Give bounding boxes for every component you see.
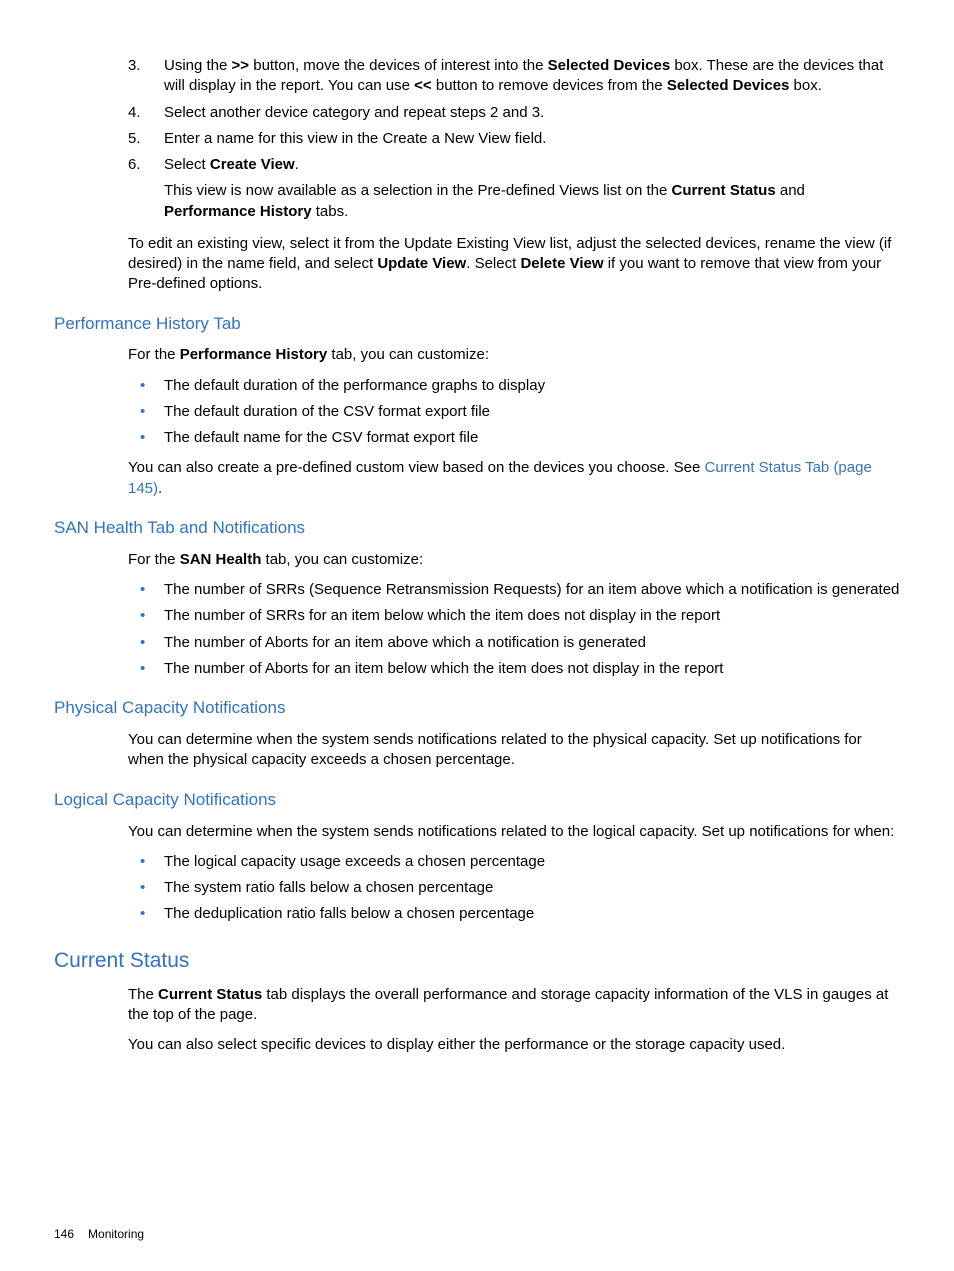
move-right-symbol: >> xyxy=(232,57,250,74)
steps-block: Using the >> button, move the devices of… xyxy=(128,56,900,295)
text: You can also create a pre-defined custom… xyxy=(128,459,704,476)
text: tab, you can customize: xyxy=(261,551,423,568)
performance-history-label: Performance History xyxy=(164,203,312,220)
perf-intro: For the Performance History tab, you can… xyxy=(128,345,900,365)
text: Using the xyxy=(164,57,232,74)
text: tabs. xyxy=(312,203,349,220)
list-item: The default duration of the performance … xyxy=(128,376,900,396)
text: box. xyxy=(789,77,822,94)
text: For the xyxy=(128,551,180,568)
logical-capacity-content: You can determine when the system sends … xyxy=(128,822,900,925)
edit-view-paragraph: To edit an existing view, select it from… xyxy=(128,234,900,295)
text: The xyxy=(128,986,158,1003)
text: For the xyxy=(128,346,180,363)
step-6-note: This view is now available as a selectio… xyxy=(164,181,900,222)
text: button to remove devices from the xyxy=(432,77,667,94)
update-view-label: Update View xyxy=(377,255,466,272)
numbered-steps: Using the >> button, move the devices of… xyxy=(128,56,900,222)
perf-bullets: The default duration of the performance … xyxy=(128,376,900,449)
heading-current-status: Current Status xyxy=(54,947,900,975)
san-bullets: The number of SRRs (Sequence Retransmiss… xyxy=(128,580,900,679)
perf-after: You can also create a pre-defined custom… xyxy=(128,458,900,499)
current-p1: The Current Status tab displays the over… xyxy=(128,985,900,1026)
heading-logical-capacity: Logical Capacity Notifications xyxy=(54,789,900,812)
current-status-content: The Current Status tab displays the over… xyxy=(128,985,900,1056)
heading-physical-capacity: Physical Capacity Notifications xyxy=(54,697,900,720)
step-6: Select Create View. This view is now ava… xyxy=(128,155,900,222)
physical-capacity-content: You can determine when the system sends … xyxy=(128,730,900,771)
heading-san-health-tab: SAN Health Tab and Notifications xyxy=(54,517,900,540)
selected-devices-label: Selected Devices xyxy=(667,77,790,94)
logical-intro: You can determine when the system sends … xyxy=(128,822,900,842)
list-item: The default duration of the CSV format e… xyxy=(128,402,900,422)
delete-view-label: Delete View xyxy=(520,255,603,272)
text: . xyxy=(158,480,162,497)
text: . xyxy=(295,156,299,173)
list-item: The logical capacity usage exceeds a cho… xyxy=(128,852,900,872)
heading-performance-history-tab: Performance History Tab xyxy=(54,313,900,336)
logical-bullets: The logical capacity usage exceeds a cho… xyxy=(128,852,900,925)
text: button, move the devices of interest int… xyxy=(249,57,548,74)
text: and xyxy=(776,182,805,199)
step-5: Enter a name for this view in the Create… xyxy=(128,129,900,149)
create-view-label: Create View xyxy=(210,156,295,173)
text: Select another device category and repea… xyxy=(164,104,544,121)
text: This view is now available as a selectio… xyxy=(164,182,672,199)
step-3: Using the >> button, move the devices of… xyxy=(128,56,900,97)
page-footer: 146 Monitoring xyxy=(54,1226,144,1242)
text: Enter a name for this view in the Create… xyxy=(164,130,546,147)
san-intro: For the SAN Health tab, you can customiz… xyxy=(128,550,900,570)
san-health-label: SAN Health xyxy=(180,551,262,568)
text: . Select xyxy=(466,255,520,272)
performance-history-content: For the Performance History tab, you can… xyxy=(128,345,900,499)
list-item: The system ratio falls below a chosen pe… xyxy=(128,878,900,898)
san-health-content: For the SAN Health tab, you can customiz… xyxy=(128,550,900,679)
current-status-label: Current Status xyxy=(158,986,262,1003)
section-name: Monitoring xyxy=(88,1227,144,1241)
list-item: The number of Aborts for an item above w… xyxy=(128,633,900,653)
text: tab, you can customize: xyxy=(327,346,489,363)
list-item: The number of SRRs (Sequence Retransmiss… xyxy=(128,580,900,600)
current-p2: You can also select specific devices to … xyxy=(128,1035,900,1055)
list-item: The number of SRRs for an item below whi… xyxy=(128,606,900,626)
current-status-label: Current Status xyxy=(672,182,776,199)
performance-history-label: Performance History xyxy=(180,346,328,363)
list-item: The default name for the CSV format expo… xyxy=(128,428,900,448)
phys-text: You can determine when the system sends … xyxy=(128,730,900,771)
step-4: Select another device category and repea… xyxy=(128,103,900,123)
page-number: 146 xyxy=(54,1227,74,1241)
selected-devices-label: Selected Devices xyxy=(548,57,671,74)
move-left-symbol: << xyxy=(414,77,432,94)
list-item: The deduplication ratio falls below a ch… xyxy=(128,904,900,924)
text: Select xyxy=(164,156,210,173)
list-item: The number of Aborts for an item below w… xyxy=(128,659,900,679)
